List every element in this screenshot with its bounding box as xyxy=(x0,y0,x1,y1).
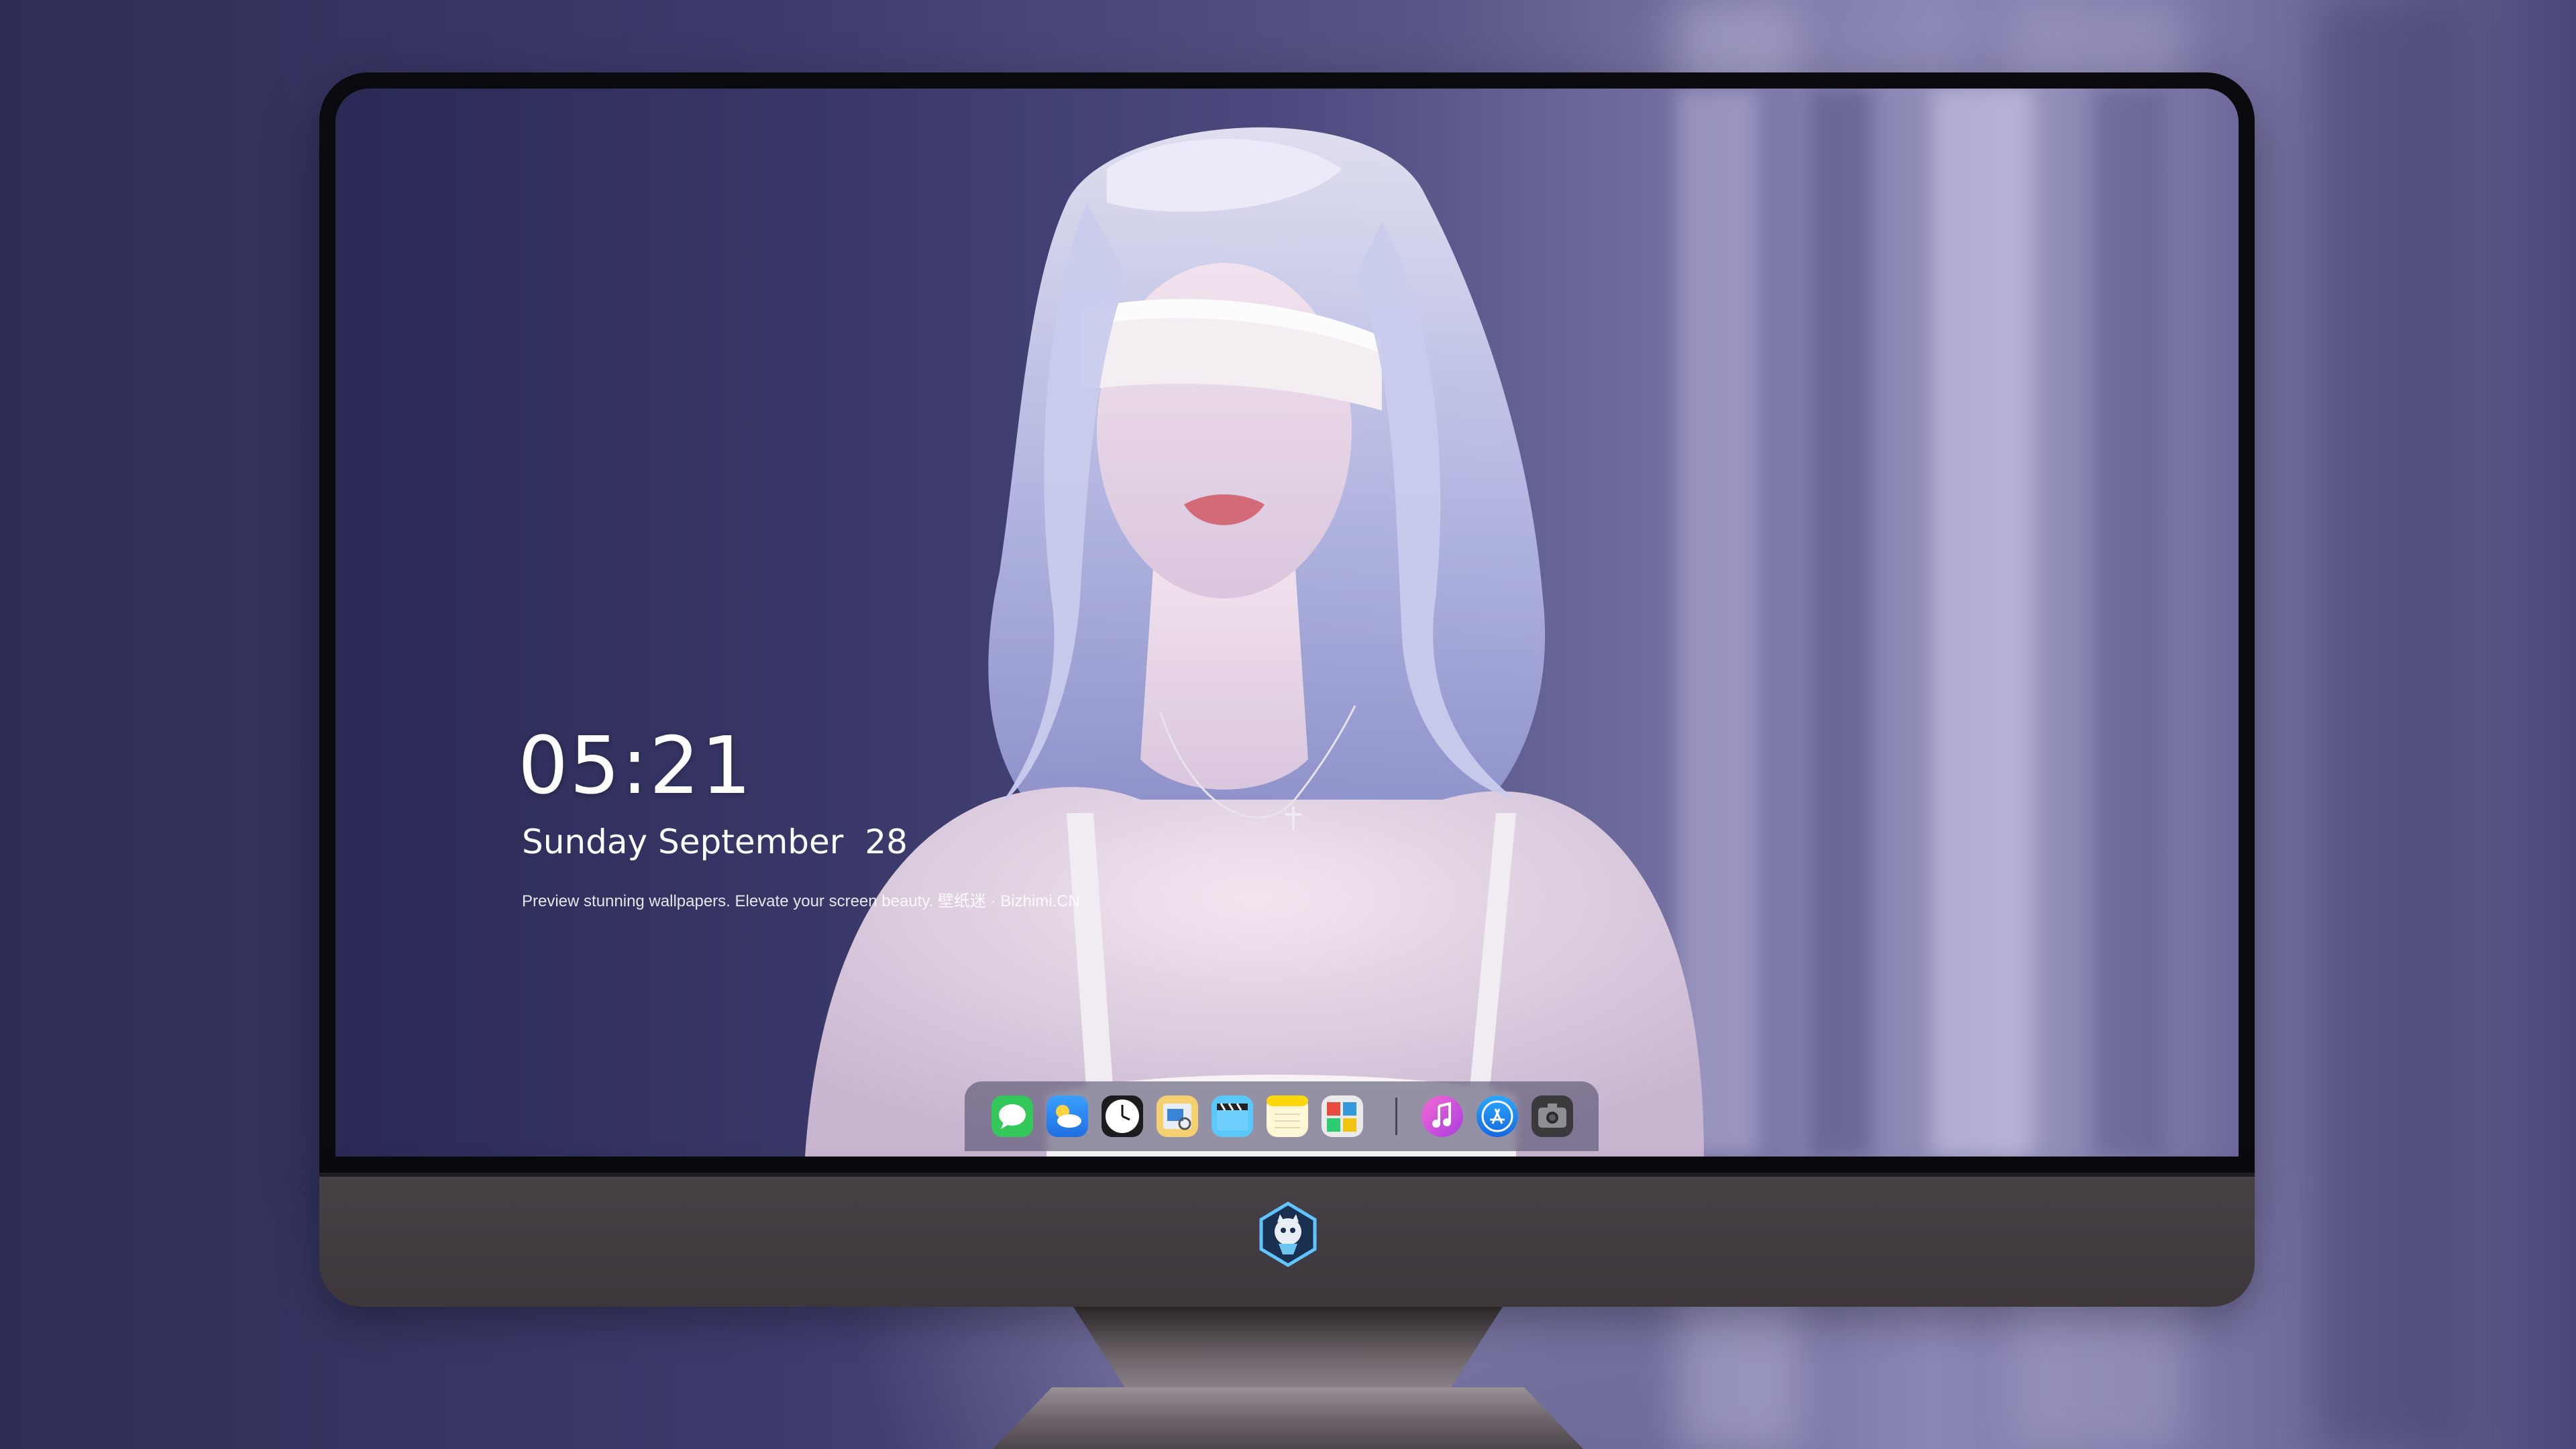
dock-separator xyxy=(1395,1097,1397,1135)
camera-icon[interactable] xyxy=(1532,1095,1573,1137)
dock xyxy=(965,1081,1599,1151)
chin-divider xyxy=(319,1173,2255,1177)
messages-icon[interactable] xyxy=(991,1095,1033,1137)
lock-screen-date: Sunday September 28 xyxy=(522,825,908,859)
clock-icon[interactable] xyxy=(1102,1095,1143,1137)
wallpaper-tagline: Preview stunning wallpapers. Elevate you… xyxy=(522,892,1080,910)
monitor-stand-base xyxy=(993,1387,1583,1449)
wallpaper-figure-illustration xyxy=(805,127,1704,1157)
lock-screen: 05:21 Sunday September 28 Preview stunni… xyxy=(335,89,2239,1157)
notes-icon[interactable] xyxy=(1267,1095,1308,1137)
app-store-icon[interactable] xyxy=(1477,1095,1518,1137)
brand-logo-icon xyxy=(1259,1201,1317,1267)
music-icon[interactable] xyxy=(1421,1095,1463,1137)
desktop-background: 05:21 Sunday September 28 Preview stunni… xyxy=(0,0,2576,1449)
photo-booth-icon[interactable] xyxy=(1322,1095,1363,1137)
background-blur-stripe xyxy=(2314,0,2462,1449)
monitor-bezel: 05:21 Sunday September 28 Preview stunni… xyxy=(319,72,2255,1173)
lock-screen-weekday: Sunday xyxy=(522,822,648,861)
preview-icon[interactable] xyxy=(1157,1095,1198,1137)
weather-icon[interactable] xyxy=(1046,1095,1088,1137)
monitor-stand-neck xyxy=(1073,1307,1503,1387)
lock-screen-day: 28 xyxy=(865,822,908,861)
clips-icon[interactable] xyxy=(1212,1095,1253,1137)
lock-screen-month: September xyxy=(658,822,844,861)
lock-screen-time: 05:21 xyxy=(518,719,753,812)
